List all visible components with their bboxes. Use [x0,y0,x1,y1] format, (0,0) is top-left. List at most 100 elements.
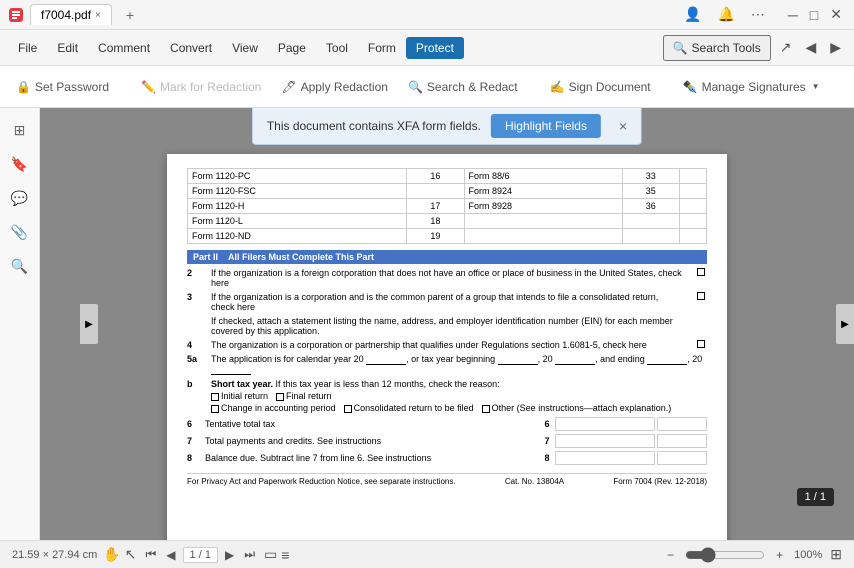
xfa-close-btn[interactable]: × [619,118,627,134]
checkbox-change-accounting[interactable]: Change in accounting period [211,403,336,413]
line-value-7b [657,434,707,448]
table-cell: Form 1120-L [188,214,407,229]
line-box-7: 7 [539,436,555,446]
zoom-in-btn[interactable]: + [773,547,786,563]
form-line-6: 6 Tentative total tax 6 [187,417,707,431]
menu-item-view[interactable]: View [222,37,268,59]
single-page-btn[interactable]: ▭ [264,546,277,563]
share-btn[interactable]: ↗ [775,37,797,58]
line-num-4: 4 [187,340,205,350]
line-label-6: Tentative total tax [205,419,539,429]
table-cell: 35 [622,184,679,199]
table-cell: 18 [407,214,464,229]
menu-item-form[interactable]: Form [358,37,406,59]
line-num-7: 7 [187,436,205,446]
checkbox-final-return[interactable]: Final return [276,391,332,401]
table-cell: Form 88/6 [464,169,622,184]
apply-redaction-btn[interactable]: 🖊 Apply Redaction [273,76,396,98]
zoom-out-btn[interactable]: − [664,547,677,563]
back-btn[interactable]: ◀ [800,37,821,58]
explanatory-text: If checked, attach a statement listing t… [211,316,707,336]
line-box-6: 6 [539,419,555,429]
input-end[interactable] [647,355,687,365]
line-value-6b [657,417,707,431]
hand-tool-btn[interactable]: ✋ [103,546,120,563]
last-page-btn[interactable]: ⏭ [241,546,258,563]
input-year[interactable] [366,355,406,365]
next-page-btn[interactable]: ▶ [222,547,237,563]
toolbar: 🔒 Set Password ✏️ Mark for Redaction 🖊 A… [0,66,854,108]
user-icon-btn[interactable]: 👤 [679,4,706,25]
select-tool-btn[interactable]: ↖ [125,546,137,563]
menu-item-page[interactable]: Page [268,37,316,59]
sidebar-pages-btn[interactable]: ⊞ [6,116,34,144]
set-password-btn[interactable]: 🔒 Set Password [8,76,117,98]
search-tools-btn[interactable]: 🔍 Search Tools [663,35,771,61]
right-panel-arrow[interactable]: ▶ [836,304,854,344]
new-tab-btn[interactable]: + [118,4,142,26]
menu-item-edit[interactable]: Edit [47,37,88,59]
current-page-indicator: 1 / 1 [183,547,218,563]
checkbox-line2[interactable] [697,268,705,276]
sidebar-search-btn[interactable]: 🔍 [6,252,34,280]
first-page-btn[interactable]: ⏮ [142,546,159,563]
fit-page-btn[interactable]: ⊞ [830,546,842,563]
checkbox-line4[interactable] [697,340,705,348]
highlight-fields-btn[interactable]: Highlight Fields [491,114,601,138]
dropdown-arrow: ▼ [812,82,820,91]
table-cell: 17 [407,199,464,214]
page-indicator-overlay: 1 / 1 [797,488,834,506]
close-btn[interactable]: ✕ [826,4,846,25]
more-options-btn[interactable]: ⋯ [746,4,770,25]
app-icon [8,7,24,23]
line-num-6: 6 [187,419,205,429]
pdf-document: Form 1120-PC 16 Form 88/6 33 Form 1120-F… [167,154,727,540]
checkbox-other[interactable]: Other (See instructions—attach explanati… [482,403,672,413]
sidebar-attachments-btn[interactable]: 📎 [6,218,34,246]
menu-item-tool[interactable]: Tool [316,37,358,59]
prev-page-btn[interactable]: ◀ [163,547,178,563]
search-tools-label: Search Tools [692,41,761,55]
electronic-btn[interactable]: ⚡ Electro... [844,76,854,98]
mark-redaction-btn[interactable]: ✏️ Mark for Redaction [133,76,269,98]
line-label-2: If the organization is a foreign corpora… [211,268,691,288]
maximize-btn[interactable]: □ [806,5,822,25]
tab-close-btn[interactable]: × [95,10,101,21]
checkbox-consolidated[interactable]: Consolidated return to be filed [344,403,474,413]
table-cell [679,229,706,244]
pdf-viewer[interactable]: Form 1120-PC 16 Form 88/6 33 Form 1120-F… [40,108,854,540]
minimize-btn[interactable]: ─ [784,5,802,25]
zoom-slider[interactable] [685,547,765,563]
set-password-label: Set Password [35,80,109,94]
continuous-page-btn[interactable]: ≡ [281,547,289,563]
menu-item-convert[interactable]: Convert [160,37,222,59]
footer-right: Form 7004 (Rev. 12-2018) [613,477,707,486]
notifications-btn[interactable]: 🔔 [712,4,739,25]
table-cell: 33 [622,169,679,184]
sign-document-label: Sign Document [569,80,651,94]
checkbox-line3[interactable] [697,292,705,300]
window-controls: ─ □ ✕ [784,4,846,25]
sidebar-bookmarks-btn[interactable]: 🔖 [6,150,34,178]
checkbox-initial-return[interactable]: Initial return [211,391,268,401]
line-num-8: 8 [187,453,205,463]
menu-item-file[interactable]: File [8,37,47,59]
input-begin[interactable] [498,355,538,365]
search-redact-btn[interactable]: 🔍 Search & Redact [400,76,526,98]
input-begin-year[interactable] [555,355,595,365]
table-cell [407,184,464,199]
menu-item-comment[interactable]: Comment [88,37,160,59]
manage-sig-icon: ✒️ [683,80,698,94]
sidebar-comments-btn[interactable]: 💬 [6,184,34,212]
page-navigation: ⏮ ◀ 1 / 1 ▶ ⏭ [142,546,258,563]
menu-item-protect[interactable]: Protect [406,37,464,59]
file-tab[interactable]: f7004.pdf × [30,4,112,25]
titlebar: f7004.pdf × + 👤 🔔 ⋯ ─ □ ✕ [0,0,854,30]
form-line-3: 3 If the organization is a corporation a… [187,292,707,312]
table-cell: Form 8924 [464,184,622,199]
manage-signatures-btn[interactable]: ✒️ Manage Signatures ▼ [675,76,828,98]
sign-document-btn[interactable]: ✍️ Sign Document [542,76,659,98]
input-end-year[interactable] [211,365,251,375]
forward-btn[interactable]: ▶ [825,37,846,58]
table-cell [622,229,679,244]
